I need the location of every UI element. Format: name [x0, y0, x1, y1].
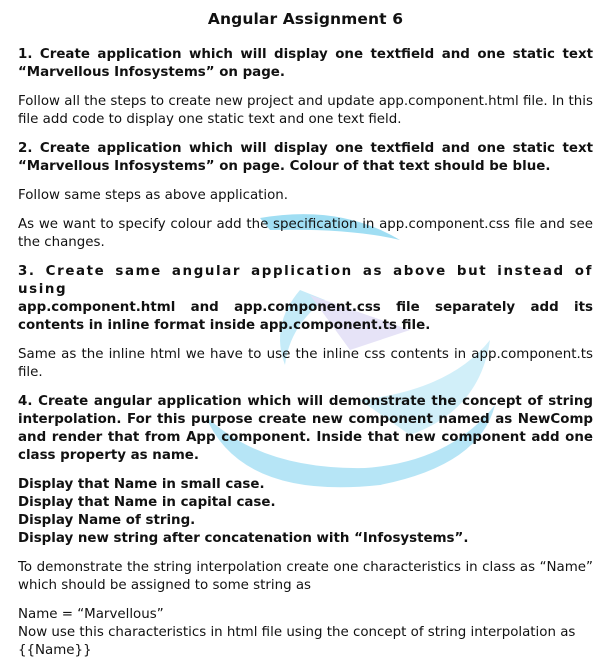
page-title: Angular Assignment 6: [207, 10, 404, 28]
question-3-heading: 3. Create same angular application as ab…: [18, 263, 593, 335]
question-4-list: Display that Name in small case. Display…: [18, 476, 593, 548]
question-2-body-2: As we want to specify colour add the spe…: [18, 217, 593, 250]
question-2-heading: 2. Create application which will display…: [18, 141, 593, 174]
question-3-heading-rest: app.component.html and app.component.css…: [18, 300, 593, 333]
code-line-interpolation: {{Name}}: [18, 643, 92, 658]
question-1-heading: 1. Create application which will display…: [18, 47, 593, 80]
list-item: Display Name of string.: [18, 513, 196, 528]
list-item: Display that Name in small case.: [18, 477, 265, 492]
document: Angular Assignment 6 1. Create applicati…: [18, 10, 593, 660]
list-item: Display that Name in capital case.: [18, 495, 276, 510]
list-item: Display new string after concatenation w…: [18, 531, 469, 546]
code-line-assignment: Name = “Marvellous”: [18, 607, 164, 622]
question-3-body: Same as the inline html we have to use t…: [18, 347, 593, 380]
question-2-body-1: Follow same steps as above application.: [18, 188, 289, 203]
question-4-heading: 4. Create angular application which will…: [18, 394, 593, 463]
question-3-heading-line1: 3. Create same angular application as ab…: [18, 264, 593, 297]
question-4-body: To demonstrate the string interpolation …: [18, 560, 593, 593]
question-1-body: Follow all the steps to create new proje…: [18, 94, 593, 127]
question-4-body-2: Now use this characteristics in html fil…: [18, 625, 576, 640]
